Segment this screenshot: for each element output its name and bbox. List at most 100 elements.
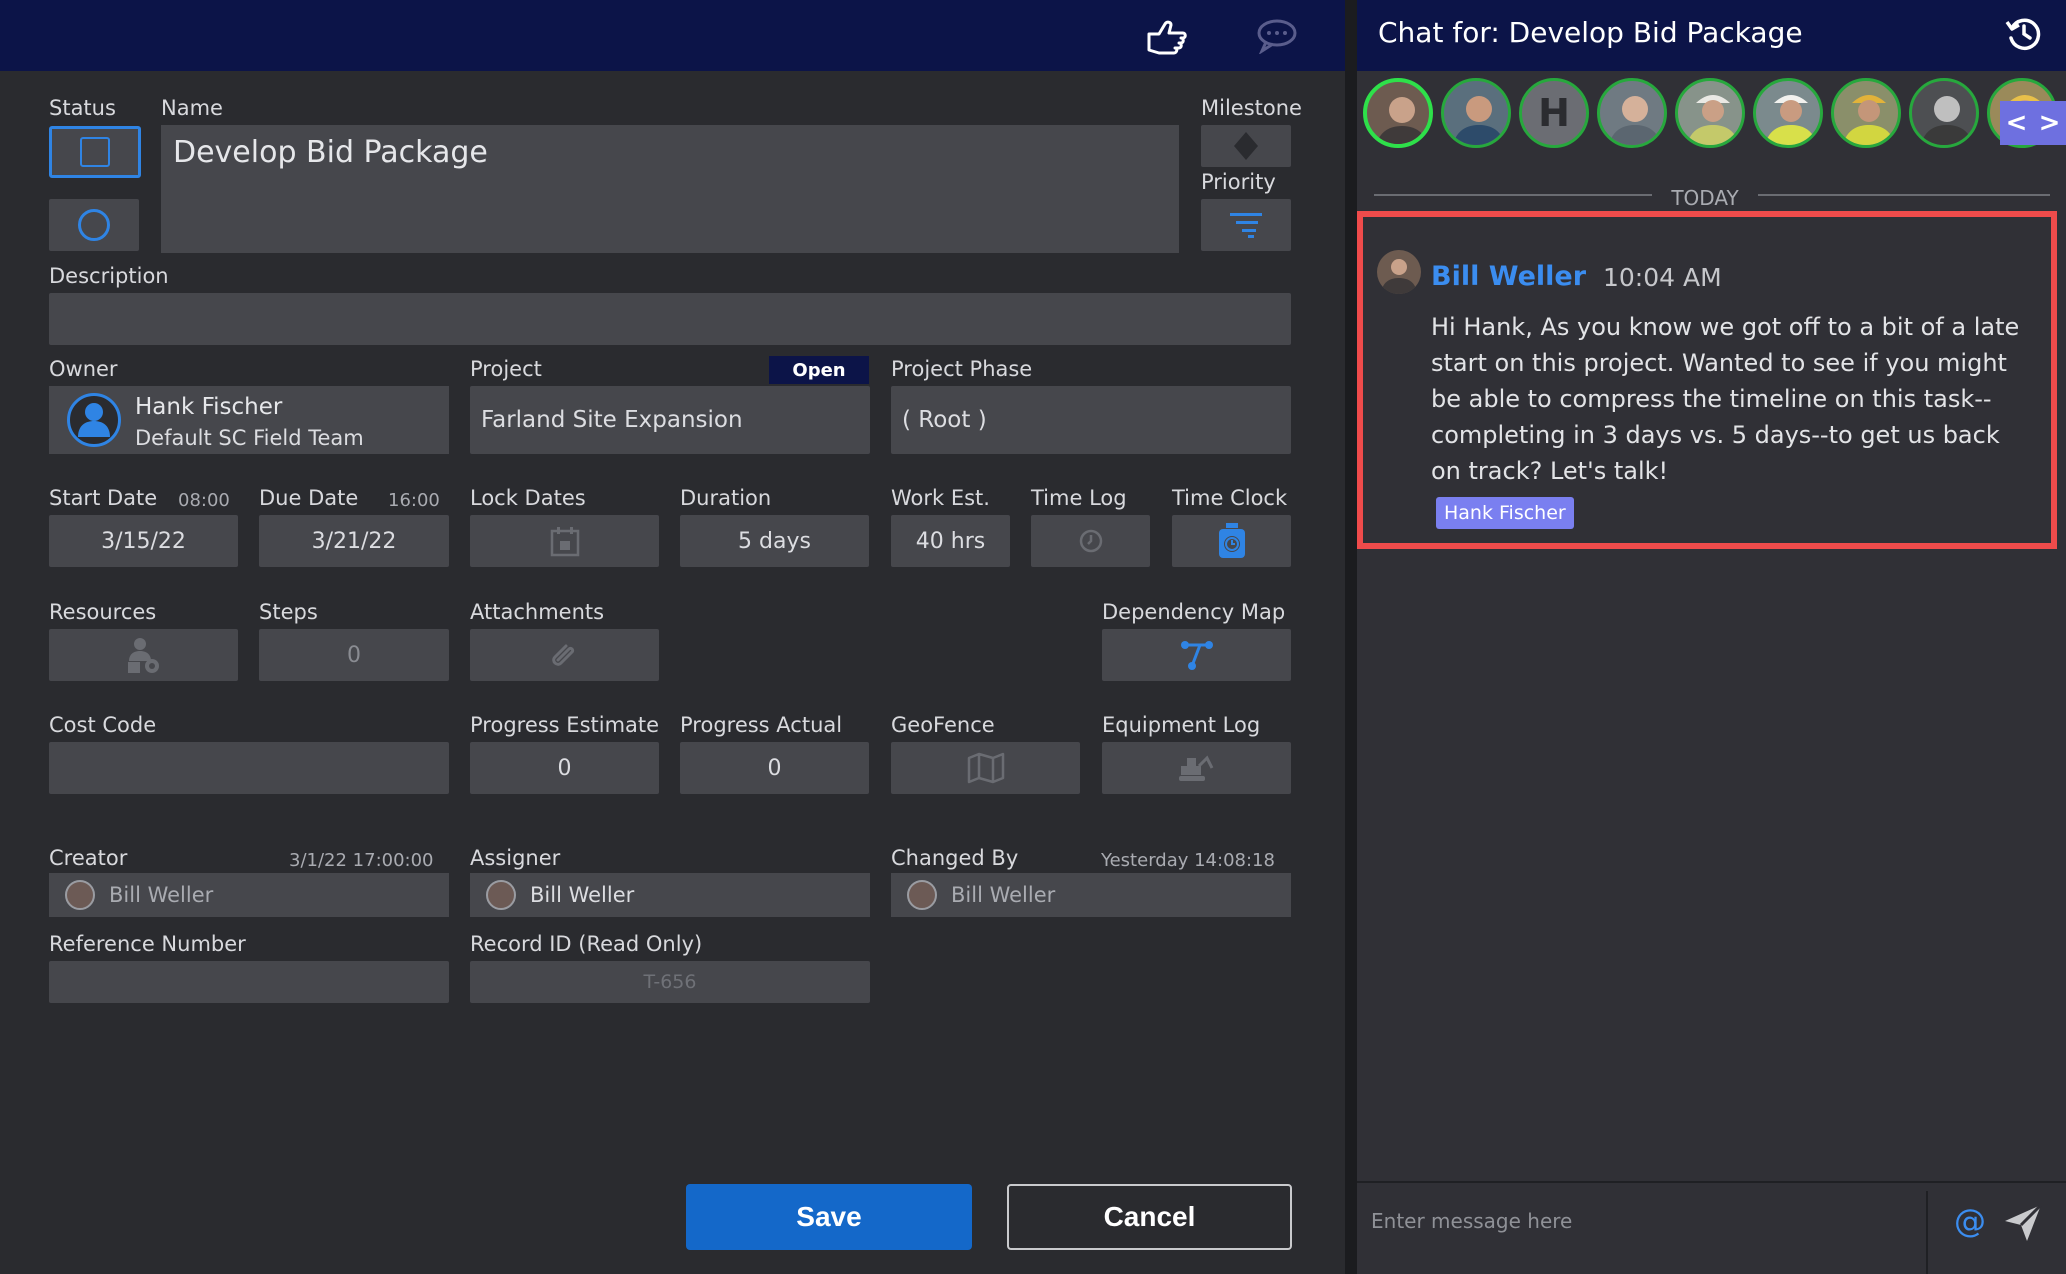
reference-number-field[interactable] <box>49 961 449 1003</box>
map-icon <box>967 752 1004 784</box>
creator-label: Creator <box>49 846 128 870</box>
project-field[interactable]: Farland Site Expansion <box>470 386 870 454</box>
cancel-button[interactable]: Cancel <box>1007 1184 1292 1250</box>
geofence-label: GeoFence <box>891 713 995 737</box>
milestone-label: Milestone <box>1201 96 1302 120</box>
creator-date: 3/1/22 17:00:00 <box>289 850 434 871</box>
resources-gear-icon <box>127 638 159 673</box>
assigner-name: Bill Weller <box>530 883 635 907</box>
changed-by-field: Bill Weller <box>891 873 1291 917</box>
message-input[interactable] <box>1371 1191 1931 1251</box>
participant-avatar[interactable] <box>1675 78 1745 148</box>
duration-label: Duration <box>680 486 772 510</box>
steps-field[interactable]: 0 <box>259 629 449 681</box>
priority-bars-icon <box>1230 213 1262 238</box>
project-phase-label: Project Phase <box>891 357 1033 381</box>
save-button[interactable]: Save <box>686 1184 972 1250</box>
message-author[interactable]: Bill Weller <box>1431 261 1586 292</box>
chevron-left-icon[interactable]: < <box>2006 108 2028 138</box>
participant-avatar[interactable] <box>1441 78 1511 148</box>
status-checkbox[interactable] <box>49 126 141 178</box>
work-est-label: Work Est. <box>891 486 990 510</box>
owner-field[interactable]: Hank Fischer Default SC Field Team <box>49 386 449 454</box>
lock-dates-label: Lock Dates <box>470 486 586 510</box>
changed-by-name: Bill Weller <box>951 883 1056 907</box>
participant-avatar[interactable] <box>1909 78 1979 148</box>
diamond-icon <box>1234 132 1258 160</box>
project-status-badge: Open <box>769 356 869 384</box>
composer-divider <box>1926 1191 1928 1274</box>
app-root: Status Name Milestone Develop Bid Packag… <box>0 0 2066 1274</box>
lock-dates-toggle[interactable] <box>470 515 659 567</box>
duration-field[interactable]: 5 days <box>680 515 869 567</box>
status-label: Status <box>49 96 116 120</box>
send-icon[interactable] <box>2003 1203 2043 1243</box>
participant-avatar[interactable] <box>1831 78 1901 148</box>
milestone-toggle[interactable] <box>1201 125 1291 167</box>
history-icon[interactable] <box>2004 14 2044 54</box>
form-toolbar <box>0 0 1345 71</box>
progress-estimate-label: Progress Estimate <box>470 713 660 737</box>
avatar <box>65 880 95 910</box>
description-field[interactable] <box>49 293 1291 345</box>
time-clock-label: Time Clock <box>1172 486 1288 510</box>
owner-team: Default SC Field Team <box>135 426 364 450</box>
square-icon <box>80 137 110 167</box>
cost-code-label: Cost Code <box>49 713 157 737</box>
chat-panel: Chat for: Develop Bid Package H < > TODA… <box>1357 0 2066 1274</box>
time-clock-button[interactable] <box>1172 515 1291 567</box>
project-phase-field[interactable]: ( Root ) <box>891 386 1291 454</box>
equipment-log-button[interactable] <box>1102 742 1291 794</box>
dependency-map-button[interactable] <box>1102 629 1291 681</box>
assigner-field[interactable]: Bill Weller <box>470 873 870 917</box>
changed-by-label: Changed By <box>891 846 1019 870</box>
participant-avatar[interactable]: H <box>1519 78 1589 148</box>
progress-actual-field[interactable]: 0 <box>680 742 869 794</box>
steps-label: Steps <box>259 600 318 624</box>
cost-code-field[interactable] <box>49 742 449 794</box>
attachments-label: Attachments <box>470 600 605 624</box>
name-field[interactable]: Develop Bid Package <box>161 125 1179 253</box>
creator-name: Bill Weller <box>109 883 214 907</box>
participants-nav[interactable]: < > <box>2000 101 2066 145</box>
creator-field: Bill Weller <box>49 873 449 917</box>
resources-label: Resources <box>49 600 157 624</box>
start-date-field[interactable]: 3/15/22 <box>49 515 238 567</box>
due-date-label: Due Date <box>259 486 359 510</box>
resources-button[interactable] <box>49 629 238 681</box>
time-log-button[interactable] <box>1031 515 1150 567</box>
mention-button[interactable]: @ <box>1954 1202 1986 1240</box>
message-composer: @ <box>1357 1181 2066 1274</box>
start-time: 08:00 <box>178 490 230 511</box>
due-time: 16:00 <box>388 490 440 511</box>
geofence-button[interactable] <box>891 742 1080 794</box>
changed-by-date: Yesterday 14:08:18 <box>1101 850 1275 871</box>
attachments-button[interactable] <box>470 629 659 681</box>
task-form-panel: Status Name Milestone Develop Bid Packag… <box>0 0 1345 1274</box>
pointing-hand-icon[interactable] <box>1143 12 1191 60</box>
excavator-icon <box>1178 755 1213 781</box>
stopwatch-icon <box>1218 523 1245 558</box>
owner-label: Owner <box>49 357 118 381</box>
description-label: Description <box>49 264 169 288</box>
progress-estimate-field[interactable]: 0 <box>470 742 659 794</box>
priority-label: Priority <box>1201 170 1276 194</box>
due-date-field[interactable]: 3/21/22 <box>259 515 449 567</box>
chat-message: Bill Weller 10:04 AM Hi Hank, As you kno… <box>1357 211 2057 549</box>
participant-avatar[interactable] <box>1753 78 1823 148</box>
panel-divider[interactable] <box>1345 0 1357 1274</box>
mention-tag[interactable]: Hank Fischer <box>1436 497 1574 529</box>
participant-avatar[interactable] <box>1597 78 1667 148</box>
paperclip-icon <box>551 644 574 666</box>
chevron-right-icon[interactable]: > <box>2039 108 2061 138</box>
status-radio[interactable] <box>49 199 139 251</box>
participant-avatar[interactable] <box>1363 78 1433 148</box>
priority-selector[interactable] <box>1201 199 1291 251</box>
user-avatar-icon <box>67 393 121 447</box>
work-est-field[interactable]: 40 hrs <box>891 515 1010 567</box>
dependency-map-label: Dependency Map <box>1102 600 1286 624</box>
chat-bubble-icon[interactable] <box>1253 12 1301 60</box>
name-label: Name <box>161 96 223 120</box>
reference-number-label: Reference Number <box>49 932 246 956</box>
clock-icon <box>1079 529 1102 553</box>
